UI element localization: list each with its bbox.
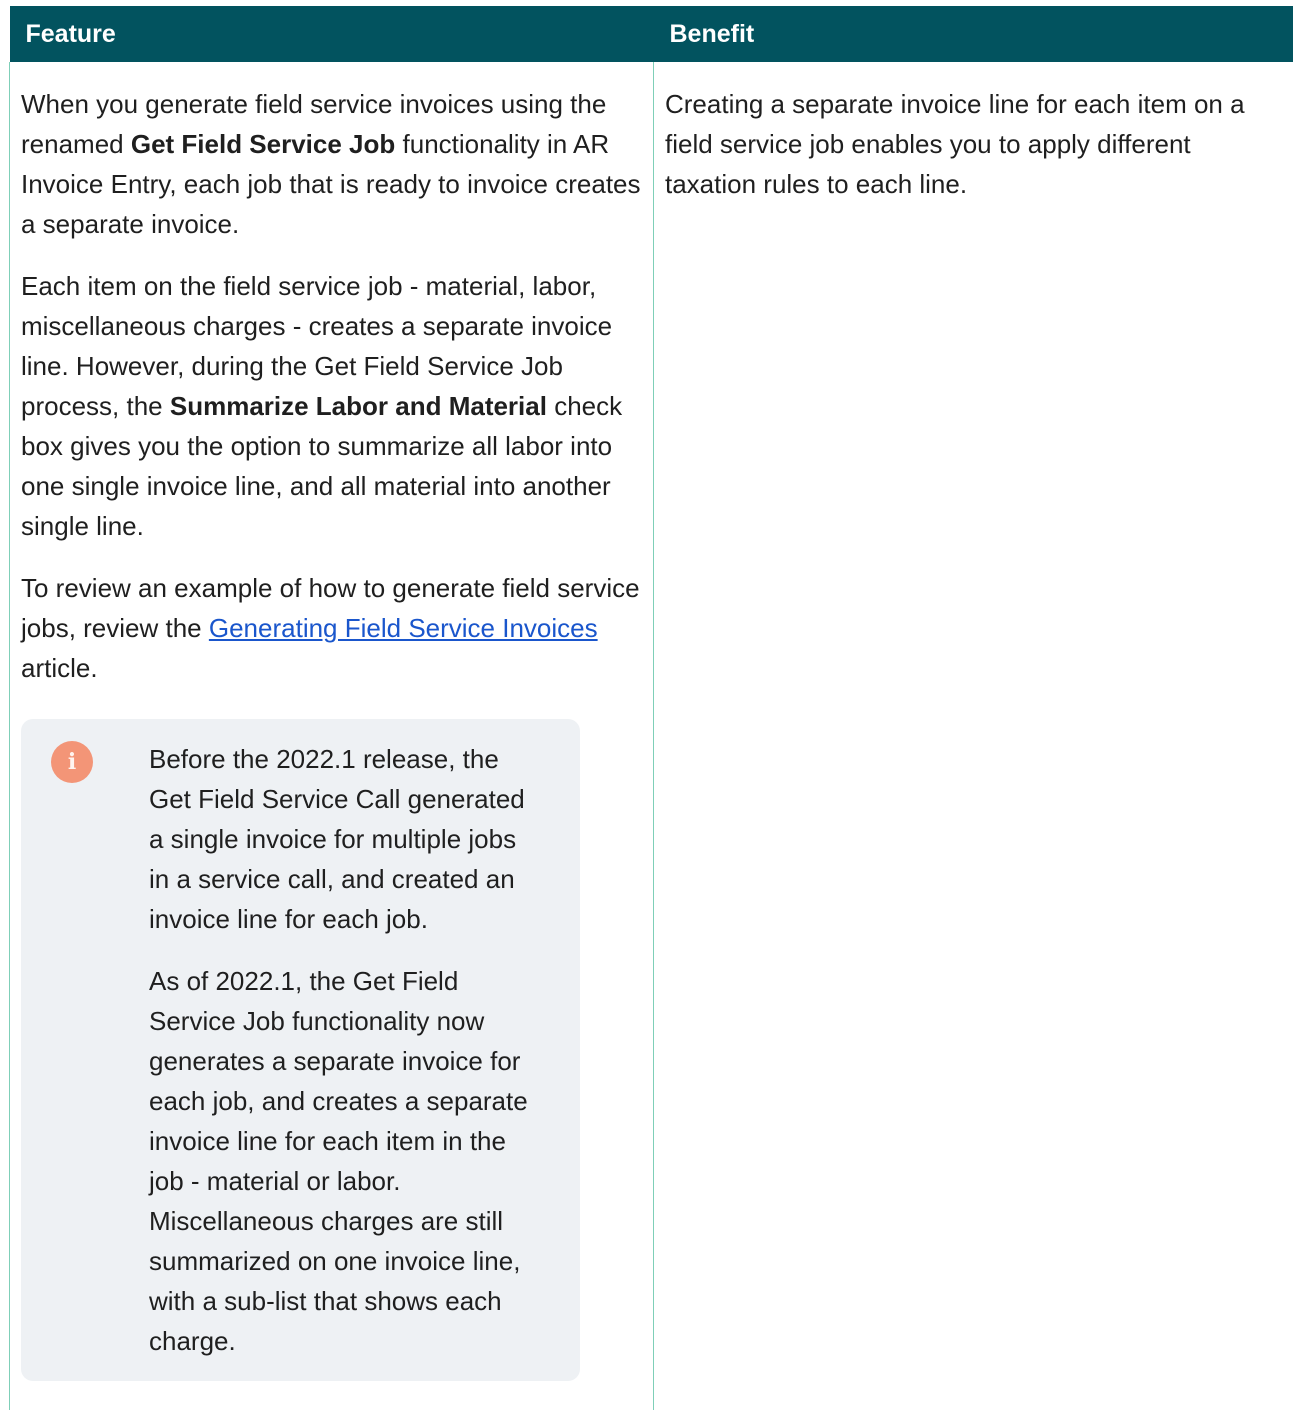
benefit-paragraph-1: Creating a separate invoice line for eac… — [665, 89, 1245, 199]
table-header-row: Feature Benefit — [9, 6, 1293, 62]
header-benefit: Benefit — [653, 6, 1293, 62]
feature-paragraph-1: When you generate field service invoices… — [21, 84, 643, 244]
note-box: i Before the 2022.1 release, the Get Fie… — [21, 719, 580, 1381]
feature-cell: When you generate field service invoices… — [9, 62, 654, 1410]
bold-term-1: Get Field Service Job — [130, 129, 396, 159]
bold-term-1: Summarize Labor and Material — [169, 391, 547, 421]
feature-paragraph-3: To review an example of how to generate … — [21, 568, 643, 688]
feature-paragraph-2: Each item on the field service job - mat… — [21, 266, 643, 546]
note-paragraph-2: As of 2022.1, the Get Field Service Job … — [149, 966, 528, 1356]
table-row: When you generate field service invoices… — [9, 62, 1293, 1410]
header-feature: Feature — [9, 6, 654, 62]
feature-benefit-table: Feature Benefit When you generate field … — [9, 6, 1293, 1410]
generating-field-service-invoices-link[interactable]: Generating Field Service Invoices — [209, 613, 598, 643]
benefit-cell: Creating a separate invoice line for eac… — [653, 62, 1293, 1410]
note-paragraph-1: Before the 2022.1 release, the Get Field… — [149, 744, 525, 934]
info-icon: i — [51, 741, 93, 783]
feature-paragraph-3-after: article. — [21, 653, 98, 683]
